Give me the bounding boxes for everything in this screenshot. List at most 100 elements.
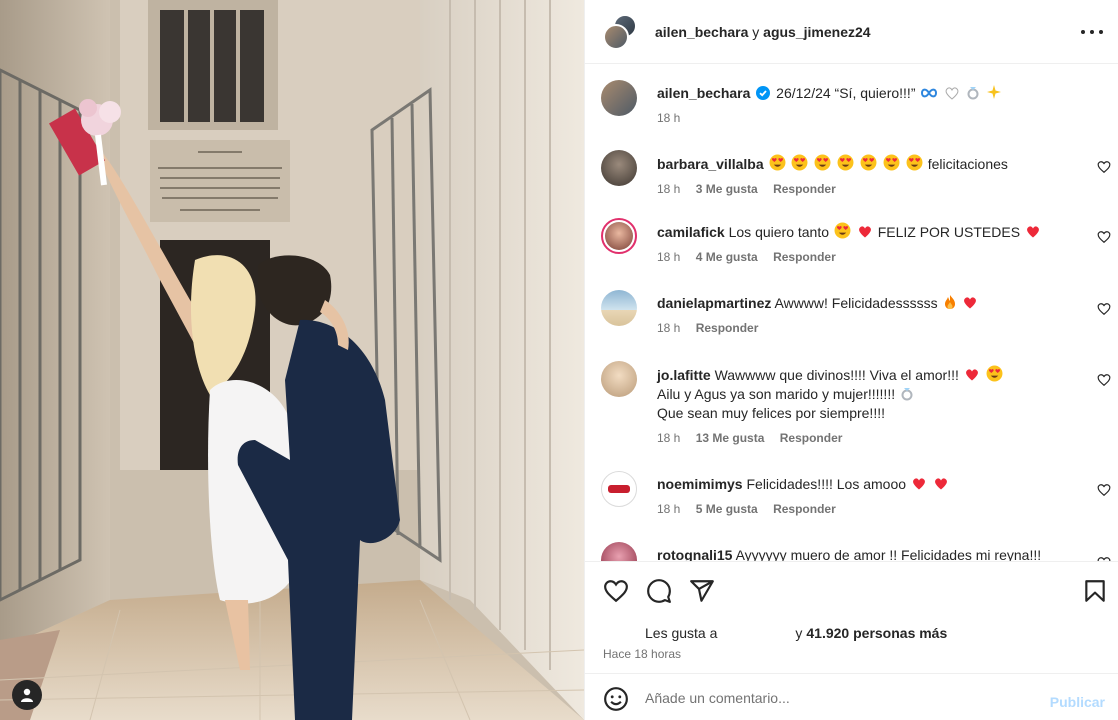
author-connector: y xyxy=(748,23,764,40)
heart-eyes-emoji-icon xyxy=(860,154,877,171)
caption-username[interactable]: ailen_bechara xyxy=(657,85,750,101)
red-heart-emoji-icon xyxy=(965,369,978,381)
bookmark-icon[interactable] xyxy=(1082,578,1108,604)
likes-summary[interactable]: Les gusta a y 41.920 personas más xyxy=(603,624,947,642)
comment-text-line3: Que sean muy felices por siempre!!!! xyxy=(657,405,885,421)
author-username-1[interactable]: ailen_bechara xyxy=(655,24,748,40)
avatar[interactable] xyxy=(601,290,637,326)
comment-text: Ayyyyyy muero de amor !! Felicidades mi … xyxy=(735,547,1042,561)
like-comment-heart-icon[interactable] xyxy=(1097,373,1111,387)
comment-text-2: FELIZ POR USTEDES xyxy=(877,224,1021,240)
caption-time: 18 h xyxy=(657,111,681,125)
tagged-users-button[interactable] xyxy=(12,680,42,710)
comment-text: Awwww! Felicidadessssss xyxy=(774,295,938,311)
heart-eyes-emojis xyxy=(768,154,928,172)
avatar[interactable] xyxy=(601,471,637,507)
white-heart-emoji-icon xyxy=(945,87,959,100)
avatar[interactable] xyxy=(601,80,637,116)
wedding-photo-image xyxy=(0,0,584,720)
publish-button[interactable]: Publicar xyxy=(1050,694,1105,710)
post-authors: ailen_bechara y agus_jimenez24 xyxy=(655,24,871,40)
comment-likes[interactable]: 5 Me gusta xyxy=(696,502,758,516)
post-header: ailen_bechara y agus_jimenez24 xyxy=(585,0,1118,64)
comment-username[interactable]: jo.lafitte xyxy=(657,367,711,383)
verified-badge-icon xyxy=(756,86,771,100)
comment-text: Los quiero tanto xyxy=(728,224,830,240)
more-dot xyxy=(1099,30,1103,34)
more-options-button[interactable] xyxy=(1081,22,1103,42)
likes-prefix: Les gusta a xyxy=(645,625,718,641)
more-dot xyxy=(1090,30,1094,34)
red-heart-emoji-icon xyxy=(858,226,871,238)
comment-username[interactable]: barbara_villalba xyxy=(657,156,764,172)
add-comment-bar: Publicar xyxy=(585,673,1118,720)
like-comment-heart-icon[interactable] xyxy=(1097,160,1111,174)
like-comment-heart-icon[interactable] xyxy=(1097,230,1111,244)
comment-time: 18 h xyxy=(657,321,681,335)
liker-username[interactable] xyxy=(717,624,795,642)
comment-time: 18 h xyxy=(657,431,681,445)
fire-emoji-icon xyxy=(944,295,955,309)
heart-eyes-emoji-icon xyxy=(769,154,785,171)
infinity-emoji-icon xyxy=(921,88,938,98)
comments-list[interactable]: ailen_bechara 26/12/24 “Sí, quiero!!!” 1… xyxy=(585,64,1118,561)
reply-button[interactable]: Responder xyxy=(696,321,759,335)
heart-eyes-emoji-icon xyxy=(986,365,1003,382)
comment-username[interactable]: rotognali15 xyxy=(657,547,732,561)
send-icon[interactable] xyxy=(689,578,715,604)
reply-button[interactable]: Responder xyxy=(773,182,836,196)
reply-button[interactable]: Responder xyxy=(773,502,836,516)
likers-avatars xyxy=(603,624,645,642)
heart-eyes-emoji-icon xyxy=(906,154,923,171)
red-heart-emoji-icon xyxy=(964,297,977,309)
post-details-panel: ailen_bechara y agus_jimenez24 ailen_bec… xyxy=(584,0,1118,720)
comment-likes[interactable]: 13 Me gusta xyxy=(696,431,765,445)
like-comment-heart-icon[interactable] xyxy=(1097,302,1111,316)
comment-username[interactable]: danielapmartinez xyxy=(657,295,771,311)
post-actions: Les gusta a y 41.920 personas más Hace 1… xyxy=(585,561,1118,673)
post-photo[interactable] xyxy=(0,0,584,720)
likes-count[interactable]: 41.920 personas más xyxy=(806,625,947,641)
heart-eyes-emoji-icon xyxy=(883,154,900,171)
heart-eyes-emoji-icon xyxy=(791,154,808,171)
heart-icon[interactable] xyxy=(603,578,629,604)
red-heart-emoji-icon xyxy=(934,478,947,490)
comment-time: 18 h xyxy=(657,250,681,264)
like-comment-heart-icon[interactable] xyxy=(1097,483,1111,497)
collab-avatars[interactable] xyxy=(601,12,641,52)
caption-text: 26/12/24 “Sí, quiero!!!” xyxy=(776,85,916,101)
red-heart-emoji-icon xyxy=(912,478,925,490)
post-timestamp: Hace 18 horas xyxy=(603,647,682,661)
red-heart-emoji-icon xyxy=(1027,226,1039,238)
ring-emoji-icon xyxy=(901,388,913,401)
comment-text: Felicidades!!!! Los amooo xyxy=(746,476,907,492)
comment-text: felicitaciones xyxy=(927,156,1008,172)
avatar[interactable] xyxy=(601,542,637,561)
comment-username[interactable]: camilafick xyxy=(657,224,725,240)
avatar[interactable] xyxy=(601,218,637,254)
comment-text-line2: Ailu y Agus ya son marido y mujer!!!!!!! xyxy=(657,386,896,402)
heart-eyes-emoji-icon xyxy=(837,154,854,171)
author-username-2[interactable]: agus_jimenez24 xyxy=(763,24,870,40)
heart-eyes-emoji-icon xyxy=(834,222,851,239)
avatar[interactable] xyxy=(601,150,637,186)
comment-time: 18 h xyxy=(657,182,681,196)
ring-emoji-icon xyxy=(967,87,979,100)
comment-icon[interactable] xyxy=(646,578,672,604)
comment-username[interactable]: noemimimys xyxy=(657,476,743,492)
emoji-picker-icon[interactable] xyxy=(603,686,629,712)
avatar xyxy=(603,23,629,50)
comment-text: Wawwww que divinos!!!! Viva el amor!!! xyxy=(714,367,959,383)
comment-time: 18 h xyxy=(657,502,681,516)
comment-input[interactable] xyxy=(645,686,1025,710)
avatar[interactable] xyxy=(601,361,637,397)
comment-likes[interactable]: 3 Me gusta xyxy=(696,182,758,196)
reply-button[interactable]: Responder xyxy=(780,431,843,445)
user-icon xyxy=(21,688,33,702)
reply-button[interactable]: Responder xyxy=(773,250,836,264)
likes-connector: y xyxy=(795,625,803,641)
heart-eyes-emoji-icon xyxy=(814,154,831,171)
more-horizontal-icon xyxy=(1081,30,1085,34)
sparkles-emoji-icon xyxy=(987,85,1002,99)
comment-likes[interactable]: 4 Me gusta xyxy=(696,250,758,264)
